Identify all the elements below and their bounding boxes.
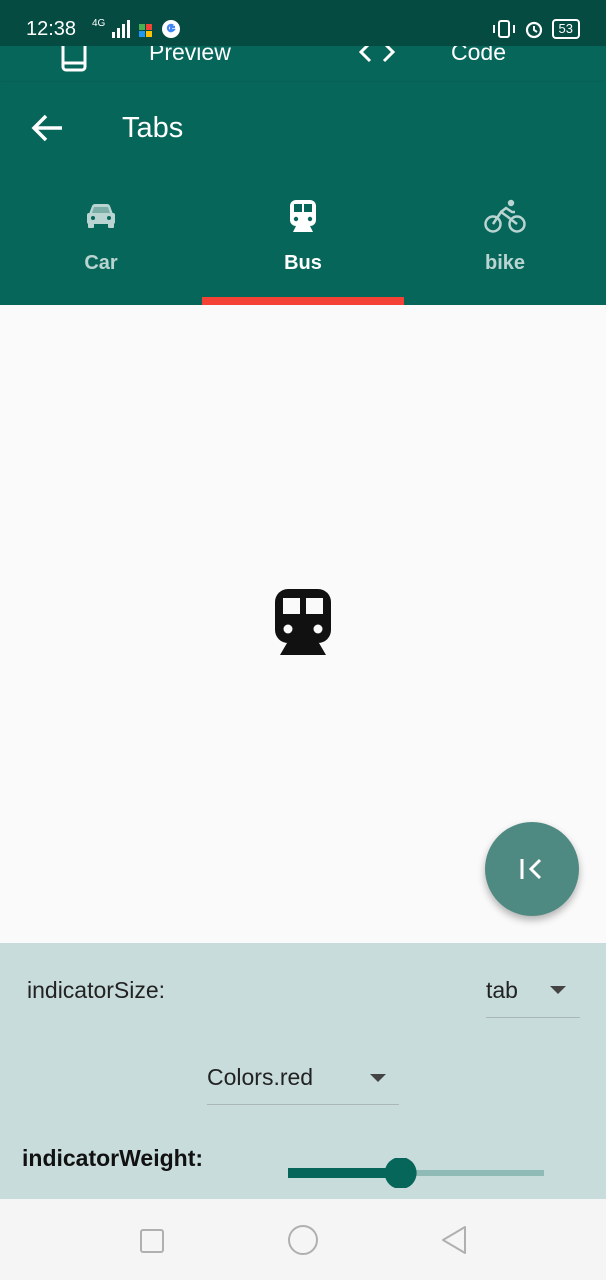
bike-icon <box>484 199 526 233</box>
tab-label: Car <box>84 252 118 274</box>
indicator-weight-label: indicatorWeight: <box>22 1145 204 1171</box>
page-title: Tabs <box>122 112 184 144</box>
tab-indicator <box>202 297 404 305</box>
indicator-weight-slider[interactable] <box>288 1158 544 1188</box>
vibrate-icon <box>492 20 515 38</box>
tab-label: bike <box>484 252 526 274</box>
tab-bus[interactable]: Bus <box>202 182 404 305</box>
train-icon <box>290 200 316 232</box>
slider-thumb[interactable] <box>384 1158 417 1188</box>
google-icon <box>162 20 181 38</box>
car-icon <box>87 204 115 228</box>
home-icon[interactable] <box>287 1224 319 1256</box>
tab-label: Bus <box>284 252 322 274</box>
tab-car[interactable]: Car <box>0 182 202 305</box>
alarm-icon <box>525 21 542 39</box>
status-time: 12:38 <box>26 18 77 40</box>
back-icon[interactable] <box>440 1225 468 1255</box>
indicator-color-dropdown[interactable]: Colors.red <box>207 1055 399 1105</box>
tab-bike[interactable]: bike <box>404 182 606 305</box>
app-bar: Tabs Car Bus bike <box>0 82 606 305</box>
indicator-size-label: indicatorSize: <box>27 977 166 1003</box>
status-bar: 12:38 4G 53 <box>0 0 606 46</box>
system-nav-bar <box>0 1199 606 1280</box>
recents-icon[interactable] <box>139 1228 165 1254</box>
chevron-down-icon <box>550 986 566 994</box>
puzzle-icon <box>139 24 153 37</box>
indicator-size-value: tab <box>486 977 518 1003</box>
signal-icon <box>112 20 131 38</box>
network-type: 4G <box>92 18 106 29</box>
indicator-size-dropdown[interactable]: tab <box>486 968 580 1018</box>
first-page-icon <box>520 858 542 880</box>
tab-bar: Car Bus bike <box>0 182 606 305</box>
chevron-down-icon <box>370 1074 386 1082</box>
back-arrow-icon[interactable] <box>30 110 66 146</box>
train-icon <box>275 589 331 655</box>
indicator-color-value: Colors.red <box>207 1064 314 1090</box>
battery-icon: 53 <box>551 19 580 39</box>
first-page-button[interactable] <box>485 822 579 916</box>
